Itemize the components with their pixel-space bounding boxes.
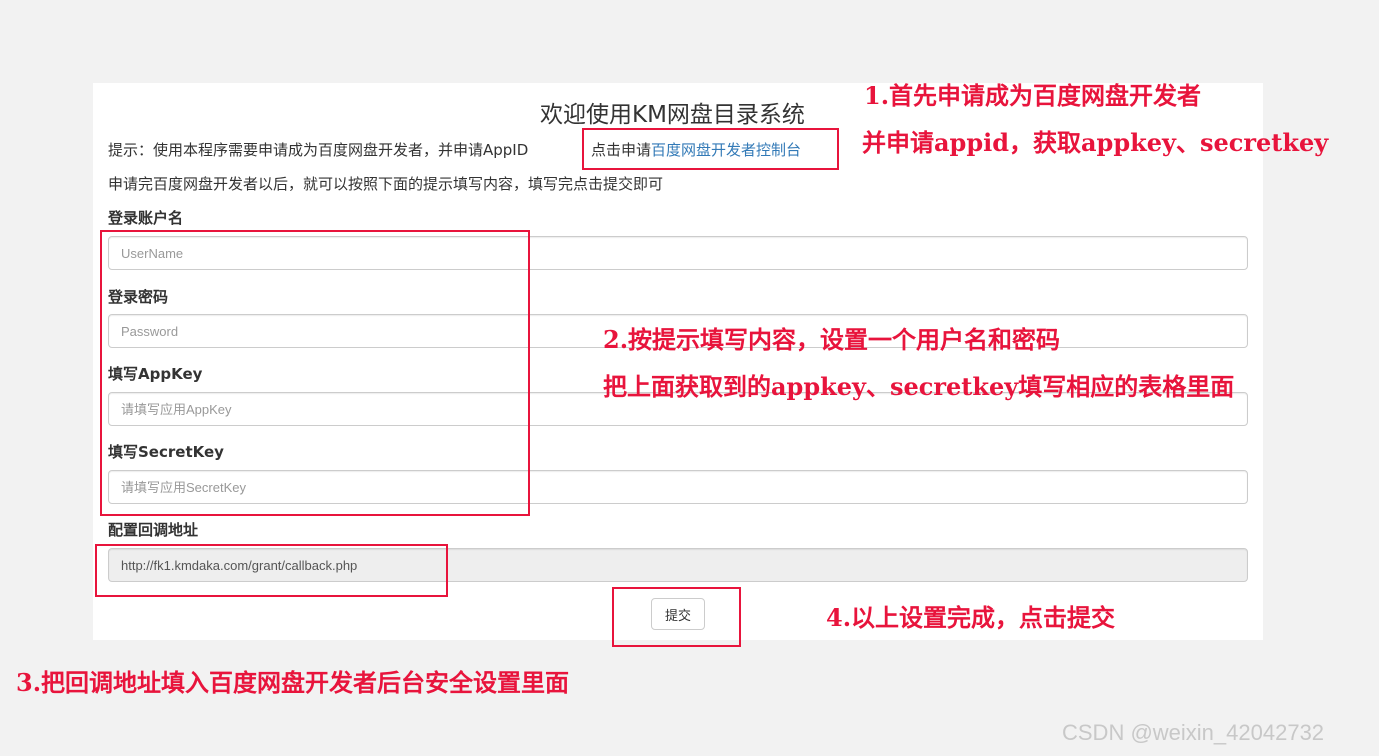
annotation-step1-line2: 并申请appid，获取appkey、secretkey <box>862 128 1329 157</box>
callback-url-input[interactable] <box>108 548 1248 582</box>
annotation-step2-line2: 把上面获取到的appkey、secretkey填写相应的表格里面 <box>603 372 1235 401</box>
annotation-step4: 4.以上设置完成，点击提交 <box>826 603 1116 632</box>
csdn-watermark: CSDN @weixin_42042732 <box>1062 720 1325 745</box>
password-label: 登录密码 <box>108 288 169 306</box>
hint-text-appid: 提示：使用本程序需要申请成为百度网盘开发者，并申请AppID <box>108 141 529 159</box>
annotation-step2-line1: 2.按提示填写内容，设置一个用户名和密码 <box>603 325 1061 354</box>
hint-text-instructions: 申请完百度网盘开发者以后，就可以按照下面的提示填写内容，填写完点击提交即可 <box>108 175 664 193</box>
annotation-step1-line1: 1.首先申请成为百度网盘开发者 <box>864 81 1202 110</box>
username-label: 登录账户名 <box>108 209 184 227</box>
submit-button[interactable]: 提交 <box>651 598 705 630</box>
username-input[interactable] <box>108 236 1248 270</box>
annotation-step3: 3.把回调地址填入百度网盘开发者后台安全设置里面 <box>16 668 570 697</box>
developer-console-link[interactable]: 百度网盘开发者控制台 <box>651 141 801 159</box>
appkey-label: 填写AppKey <box>108 365 203 383</box>
page-title: 欢迎使用KM网盘目录系统 <box>540 102 805 128</box>
apply-hint: 点击申请百度网盘开发者控制台 <box>591 139 801 161</box>
secretkey-label: 填写SecretKey <box>108 443 224 461</box>
apply-prefix: 点击申请 <box>591 141 652 159</box>
callback-label: 配置回调地址 <box>108 521 199 539</box>
secretkey-input[interactable] <box>108 470 1248 504</box>
